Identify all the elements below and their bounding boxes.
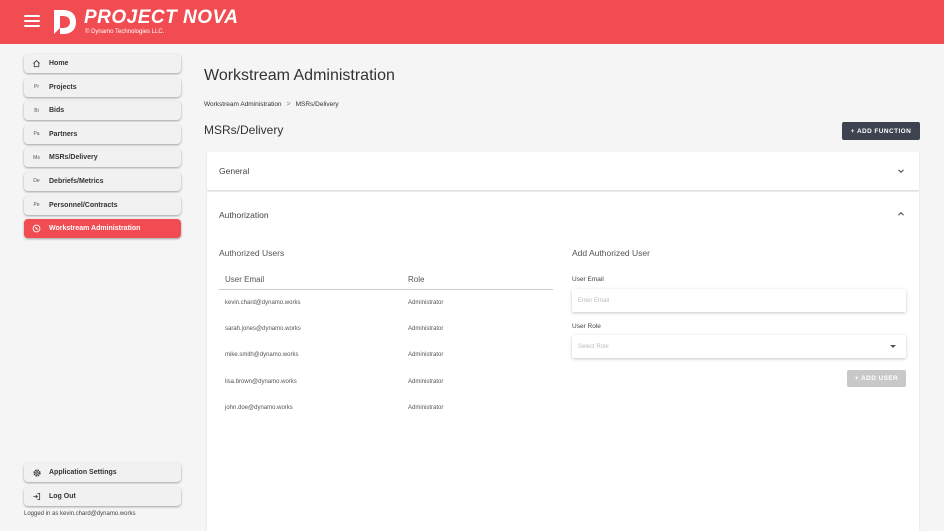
add-user-button[interactable]: + ADD USER bbox=[847, 370, 906, 387]
authorized-users-title: Authorized Users bbox=[219, 248, 285, 258]
user-role-cell: Administrator bbox=[408, 404, 444, 411]
sidebar: Home Pr Projects Bi Bids Pa Partners Ms … bbox=[24, 54, 181, 243]
sidebar-item-label: Workstream Administration bbox=[49, 225, 141, 233]
sidebar-item-partners[interactable]: Pa Partners bbox=[24, 124, 181, 144]
sidebar-item-abbr: Pa bbox=[33, 131, 40, 138]
user-role-select[interactable]: Select Role bbox=[572, 335, 906, 358]
sidebar-item-abbr: Pr bbox=[34, 84, 39, 91]
sidebar-item-personnel-contracts[interactable]: Pe Personnel/Contracts bbox=[24, 195, 181, 215]
breadcrumb-item[interactable]: Workstream Administration bbox=[204, 101, 282, 108]
sidebar-item-abbr: De bbox=[33, 178, 40, 185]
general-panel-title: General bbox=[219, 166, 250, 176]
sidebar-item-label: Projects bbox=[49, 83, 77, 91]
sidebar-item-projects[interactable]: Pr Projects bbox=[24, 77, 181, 97]
column-header-email: User Email bbox=[225, 275, 265, 284]
page-title: Workstream Administration bbox=[204, 67, 395, 84]
sidebar-item-label: Application Settings bbox=[49, 469, 117, 476]
user-role-cell: Administrator bbox=[408, 300, 444, 307]
logout-icon bbox=[24, 492, 49, 501]
table-header: User Email Role bbox=[219, 270, 553, 290]
sidebar-item-msrs-delivery[interactable]: Ms MSRs/Delivery bbox=[24, 148, 181, 168]
sidebar-item-abbr: Ms bbox=[33, 154, 40, 161]
user-email-label: User Email bbox=[572, 276, 604, 283]
add-function-button[interactable]: + ADD FUNCTION bbox=[842, 122, 920, 140]
sidebar-item-label: Partners bbox=[49, 130, 78, 138]
authorization-panel-title: Authorization bbox=[219, 210, 269, 220]
add-authorized-user-title: Add Authorized User bbox=[572, 248, 650, 258]
breadcrumb: Workstream Administration > MSRs/Deliver… bbox=[204, 101, 339, 108]
user-email-cell: mike.smith@dynamo.works bbox=[225, 352, 299, 359]
user-role-label: User Role bbox=[572, 323, 601, 330]
breadcrumb-separator: > bbox=[286, 101, 291, 108]
table-row: kevin.chard@dynamo.works Administrator bbox=[219, 290, 553, 316]
dynamo-logo-icon bbox=[54, 10, 76, 34]
gear-icon bbox=[24, 468, 49, 478]
sidebar-item-bids[interactable]: Bi Bids bbox=[24, 101, 181, 121]
dropdown-arrow-icon bbox=[890, 345, 896, 348]
user-email-cell: lisa.brown@dynamo.works bbox=[225, 378, 297, 385]
sidebar-item-abbr: Pe bbox=[33, 202, 40, 209]
sidebar-item-abbr: Bi bbox=[34, 107, 39, 114]
user-email-cell: sarah.jones@dynamo.works bbox=[225, 326, 301, 333]
main-content: Workstream Administration Workstream Adm… bbox=[204, 0, 922, 531]
log-out-button[interactable]: Log Out bbox=[24, 486, 181, 506]
user-email-input[interactable]: Enter Email bbox=[572, 289, 906, 312]
application-settings-button[interactable]: Application Settings bbox=[24, 463, 181, 482]
authorized-users-table: User Email Role kevin.chard@dynamo.works… bbox=[219, 270, 553, 421]
home-icon bbox=[24, 59, 49, 68]
table-row: lisa.brown@dynamo.works Administrator bbox=[219, 369, 553, 395]
sidebar-item-label: Home bbox=[49, 60, 69, 67]
chevron-down-icon[interactable] bbox=[897, 167, 905, 175]
breadcrumb-item: MSRs/Delivery bbox=[295, 101, 339, 108]
section-title: MSRs/Delivery bbox=[204, 123, 284, 137]
table-row: mike.smith@dynamo.works Administrator bbox=[219, 342, 553, 368]
logged-in-text: Logged in as kevin.chard@dynamo.works bbox=[24, 511, 136, 517]
user-role-cell: Administrator bbox=[408, 378, 444, 385]
column-header-role: Role bbox=[408, 275, 425, 284]
workstream-icon bbox=[24, 224, 49, 233]
sidebar-item-label: Personnel/Contracts bbox=[49, 201, 118, 209]
general-panel[interactable]: General bbox=[207, 152, 919, 190]
user-role-cell: Administrator bbox=[408, 352, 444, 359]
user-email-cell: john.doe@dynamo.works bbox=[225, 404, 293, 411]
sidebar-item-label: Debriefs/Metrics bbox=[49, 177, 104, 185]
user-role-placeholder: Select Role bbox=[578, 343, 609, 350]
sidebar-item-home[interactable]: Home bbox=[24, 54, 181, 73]
user-role-cell: Administrator bbox=[408, 326, 444, 333]
sidebar-item-debriefs-metrics[interactable]: De Debriefs/Metrics bbox=[24, 171, 181, 191]
table-row: john.doe@dynamo.works Administrator bbox=[219, 395, 553, 421]
user-email-cell: kevin.chard@dynamo.works bbox=[225, 300, 301, 307]
hamburger-menu-icon[interactable] bbox=[24, 15, 40, 29]
sidebar-bottom: Application Settings Log Out bbox=[24, 463, 181, 510]
sidebar-item-workstream-administration[interactable]: Workstream Administration bbox=[24, 219, 181, 239]
authorization-panel: Authorization Authorized Users User Emai… bbox=[207, 192, 919, 531]
sidebar-item-label: Bids bbox=[49, 107, 65, 115]
sidebar-item-label: MSRs/Delivery bbox=[49, 154, 98, 162]
chevron-up-icon[interactable] bbox=[897, 210, 905, 218]
table-row: sarah.jones@dynamo.works Administrator bbox=[219, 316, 553, 342]
sidebar-item-label: Log Out bbox=[49, 492, 76, 500]
